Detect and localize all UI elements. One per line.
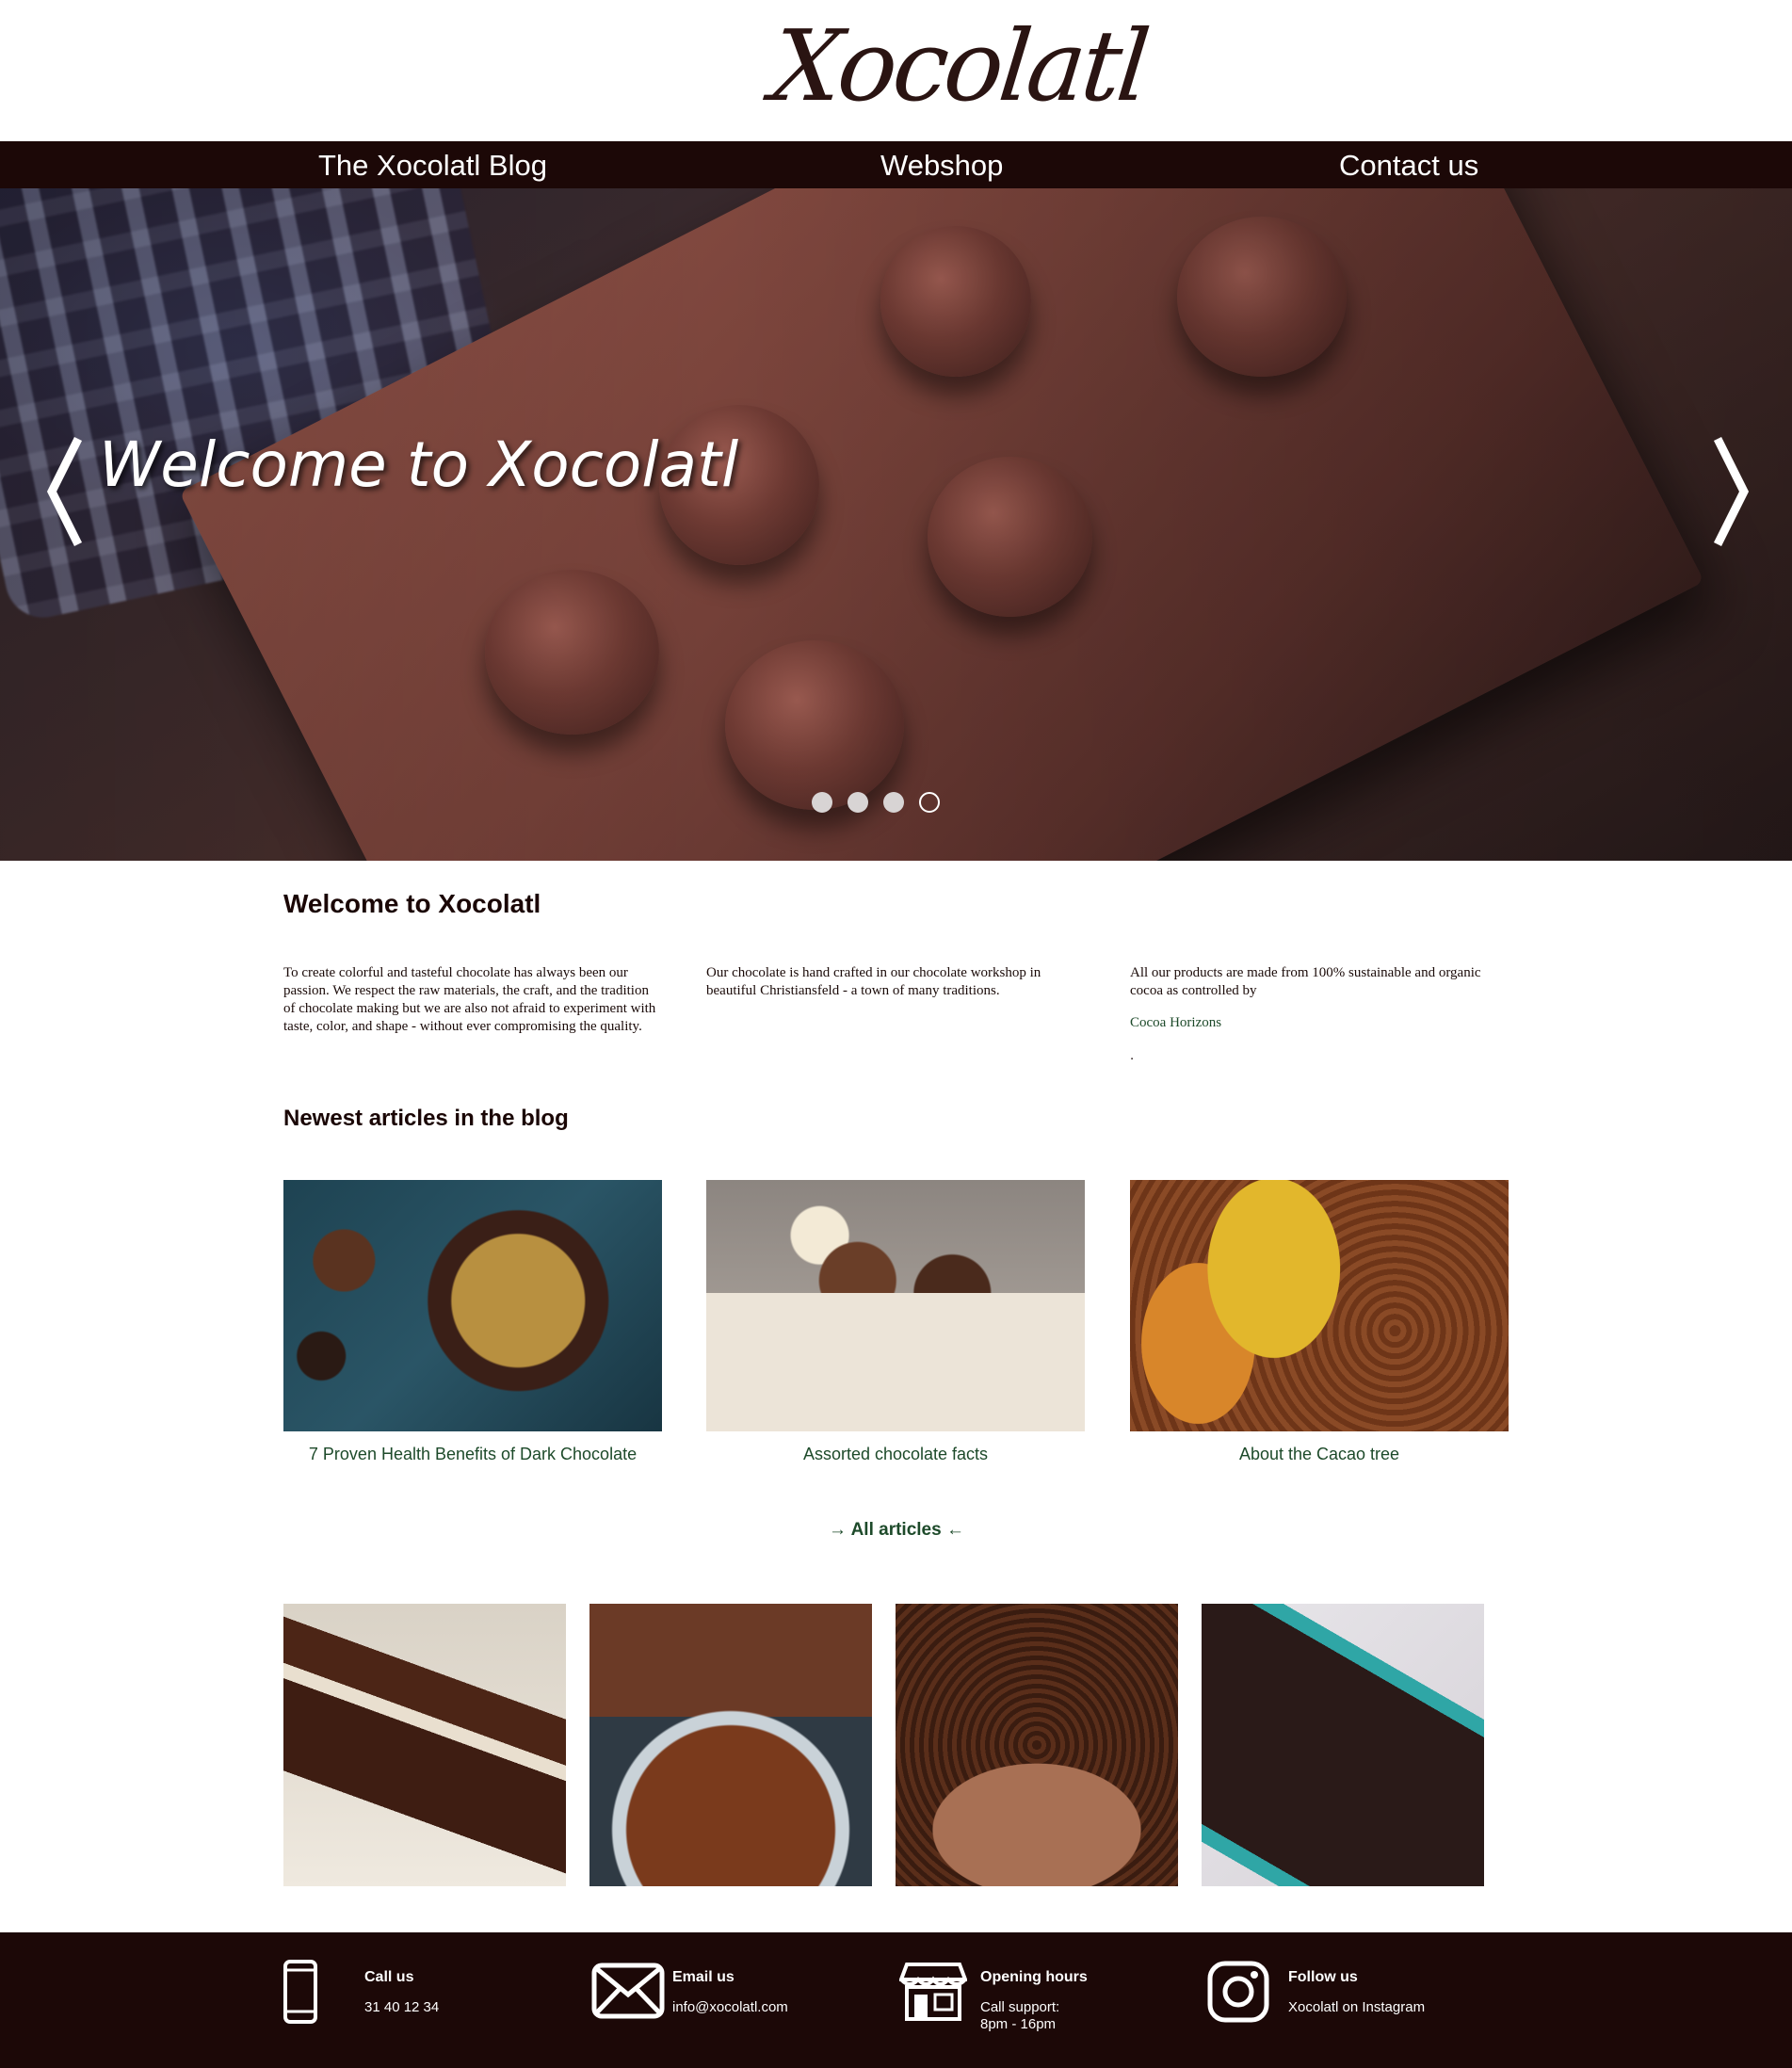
footer-call-title: Call us: [364, 1969, 414, 1985]
welcome-text-1: To create colorful and tasteful chocolat…: [283, 965, 656, 1034]
article-image-assorted[interactable]: [706, 1180, 1085, 1431]
footer-hours-time: 8pm - 16pm: [980, 2016, 1057, 2032]
header: Xocolatl: [0, 0, 1792, 141]
article-link-assorted-facts[interactable]: Assorted chocolate facts: [706, 1445, 1085, 1464]
welcome-heading: Welcome to Xocolatl: [283, 889, 541, 918]
logo[interactable]: Xocolatl: [765, 0, 1152, 139]
footer-hours-text: Call support:: [980, 1999, 1060, 2015]
welcome-text-3: All our products are made from 100% sust…: [1130, 965, 1481, 998]
slider-next-arrow-icon[interactable]: [1706, 435, 1753, 548]
main-nav: The Xocolatl Blog Webshop Contact us: [0, 141, 1792, 188]
slider-prev-arrow-icon[interactable]: [42, 435, 89, 548]
hero-slider: Welcome to Xocolatl: [0, 188, 1792, 861]
slider-dot[interactable]: [812, 792, 832, 813]
instagram-icon[interactable]: [1207, 1961, 1269, 2028]
footer-instagram-link[interactable]: Xocolatl on Instagram: [1288, 1998, 1425, 2016]
hero-overlay: [0, 188, 1792, 861]
welcome-text-2: Our chocolate is hand crafted in our cho…: [706, 965, 1041, 998]
nav-item-webshop[interactable]: Webshop: [880, 141, 1003, 188]
gallery-image-cake: [283, 1604, 566, 1886]
footer: Call us 31 40 12 34 Email us info@xocola…: [0, 1932, 1792, 2068]
slider-dots: [812, 792, 944, 815]
footer-email-title: Email us: [672, 1969, 735, 1985]
cocoa-horizons-link[interactable]: Cocoa Horizons: [1130, 1015, 1221, 1031]
article-image-cacao-tree[interactable]: [1130, 1180, 1509, 1431]
gallery-image-chocolate-box: [1202, 1604, 1484, 1886]
footer-hours-title: Opening hours: [980, 1969, 1088, 1985]
envelope-icon: [591, 1963, 665, 2024]
article-link-health-benefits[interactable]: 7 Proven Health Benefits of Dark Chocola…: [283, 1445, 662, 1464]
slider-dot[interactable]: [883, 792, 904, 813]
article-link-cacao-tree[interactable]: About the Cacao tree: [1130, 1445, 1509, 1464]
footer-phone-number[interactable]: 31 40 12 34: [364, 1998, 439, 2016]
footer-follow-title: Follow us: [1288, 1969, 1358, 1985]
gallery-image-cocoa-beans-hands: [896, 1604, 1178, 1886]
gallery-image-chocolate-spread: [589, 1604, 872, 1886]
footer-email-address[interactable]: info@xocolatl.com: [672, 1998, 788, 2016]
blog-heading: Newest articles in the blog: [283, 1106, 569, 1131]
nav-item-blog[interactable]: The Xocolatl Blog: [318, 141, 547, 188]
all-articles-link[interactable]: → All articles ←: [829, 1520, 964, 1541]
article-image-dark-chocolate[interactable]: [283, 1180, 662, 1431]
nav-item-contact[interactable]: Contact us: [1339, 141, 1478, 188]
shop-icon: [898, 1961, 968, 2028]
trailing-period: .: [1130, 1047, 1135, 1063]
slider-dot[interactable]: [848, 792, 868, 813]
slider-dot-active[interactable]: [919, 792, 940, 813]
hero-title: Welcome to Xocolatl: [99, 428, 739, 501]
phone-icon: [283, 1959, 318, 2029]
